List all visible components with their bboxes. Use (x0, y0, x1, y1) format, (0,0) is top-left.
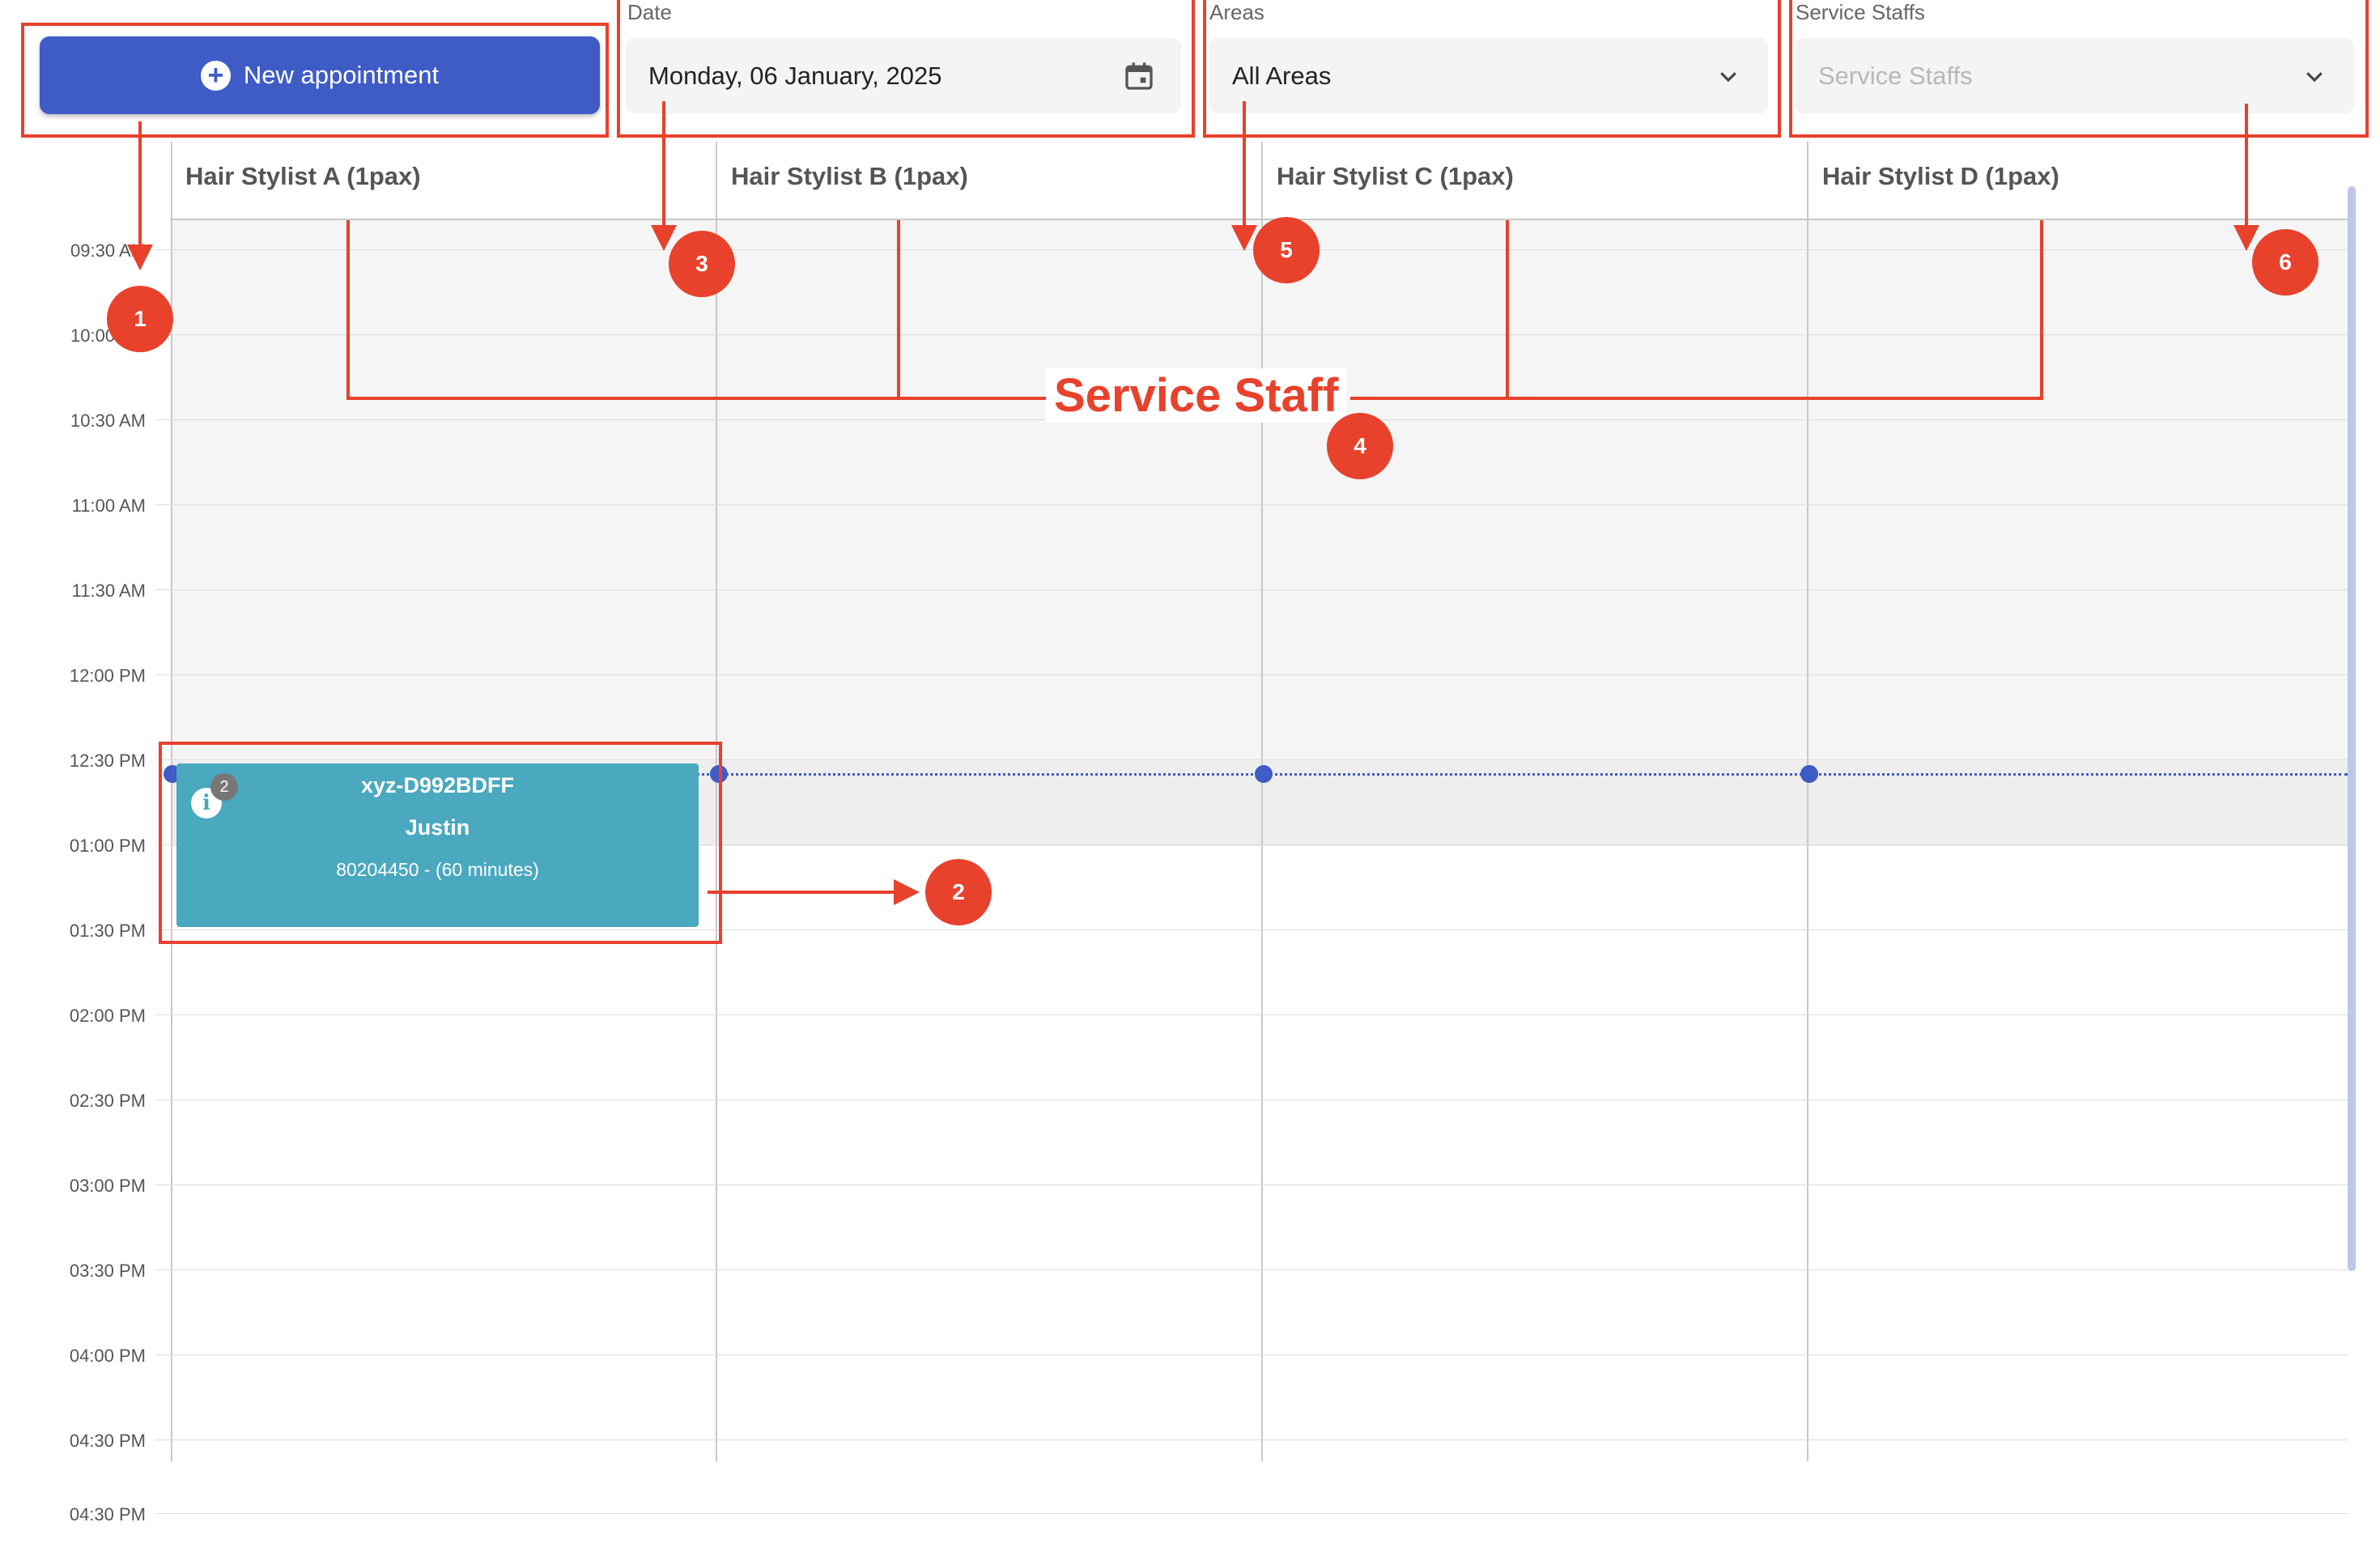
annotation-marker-1: 1 (107, 286, 173, 352)
annotation-marker-2: 2 (925, 859, 992, 925)
annotation-marker-4: 4 (1327, 413, 1393, 479)
annotation-title: Service Staff (1046, 368, 1347, 423)
annotation-marker-3: 3 (669, 231, 735, 297)
annotation-marker-6: 6 (2252, 229, 2318, 296)
annotation-marker-5: 5 (1253, 217, 1320, 283)
annotation-lines (127, 101, 2259, 905)
